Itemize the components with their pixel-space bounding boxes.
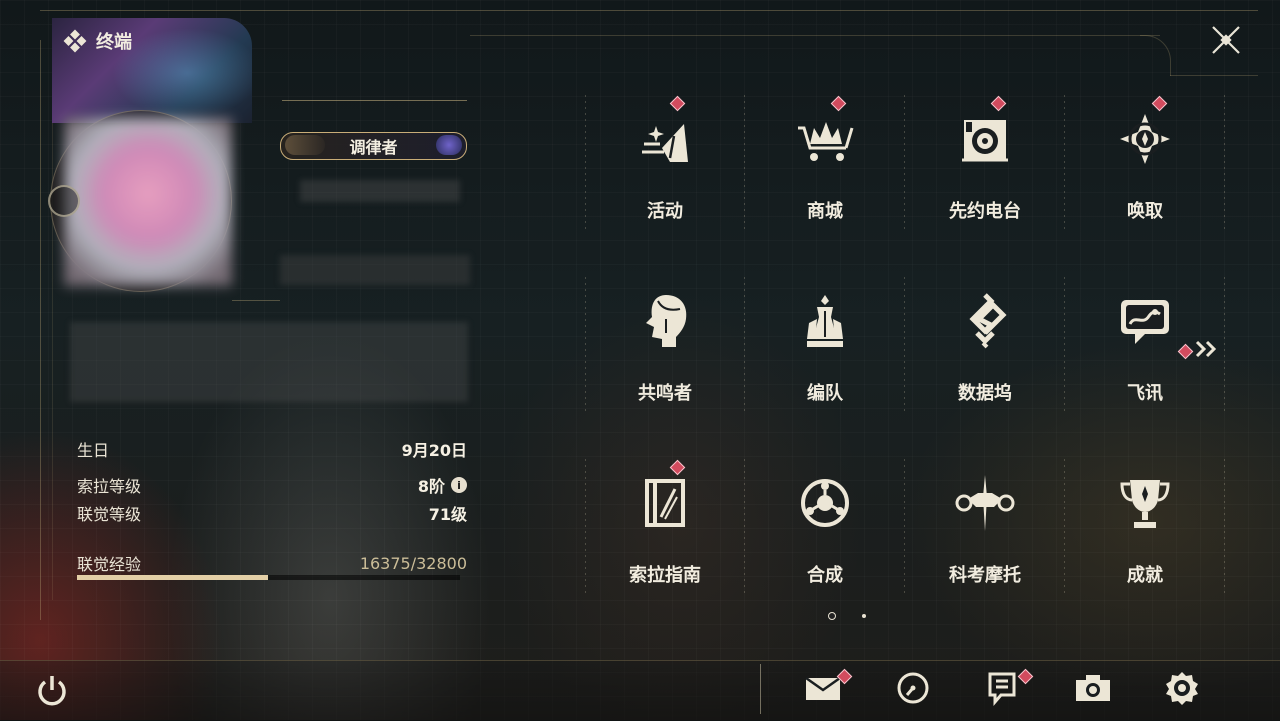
terminal-icon bbox=[63, 29, 87, 53]
photo-button[interactable] bbox=[1073, 672, 1113, 708]
menu-item-data-bank[interactable]: 数据坞 bbox=[905, 277, 1065, 417]
convene-icon bbox=[1115, 109, 1175, 169]
union-exp-value: 16375/32800 bbox=[359, 553, 467, 573]
menu-item-guidebook[interactable]: 索拉指南 bbox=[585, 459, 745, 599]
page-dot-active[interactable] bbox=[828, 612, 836, 620]
page-indicator bbox=[828, 612, 866, 620]
menu-item-synthesis[interactable]: 合成 bbox=[745, 459, 905, 599]
frame-left-line-inner bbox=[52, 60, 53, 600]
double-chevron-right-icon bbox=[1195, 340, 1219, 362]
avatar[interactable] bbox=[64, 118, 232, 286]
sola-level-value-wrap: 8阶 i bbox=[418, 473, 467, 497]
birthday-value: 9月20日 bbox=[401, 441, 467, 460]
info-icon[interactable]: i bbox=[451, 477, 467, 493]
camera-icon bbox=[1074, 673, 1112, 707]
frame-inner-right-line bbox=[1170, 75, 1258, 76]
guidebook-icon bbox=[635, 473, 695, 533]
radio-icon bbox=[955, 109, 1015, 169]
menu-item-label: 先约电台 bbox=[949, 201, 1021, 222]
menu-item-motorcycle[interactable]: 科考摩托 bbox=[905, 459, 1065, 599]
menu-grid: 活动 商城 先约电台 唤取 共鸣者 编队 数据坞 飞讯 索拉指南 合成 科考摩托… bbox=[585, 95, 1225, 625]
divider bbox=[282, 100, 467, 101]
message-icon bbox=[1115, 291, 1175, 351]
menu-item-convene[interactable]: 唤取 bbox=[1065, 95, 1225, 235]
menu-item-label: 商城 bbox=[807, 201, 843, 222]
notification-badge bbox=[1177, 343, 1194, 359]
settings-button[interactable] bbox=[1162, 672, 1202, 708]
notice-button[interactable] bbox=[982, 668, 1034, 709]
power-button[interactable] bbox=[34, 673, 70, 709]
menu-item-resonator[interactable]: 共鸣者 bbox=[585, 277, 745, 417]
next-page-button[interactable] bbox=[1177, 340, 1219, 362]
menu-item-achievement[interactable]: 成就 bbox=[1065, 459, 1225, 599]
union-level-value: 71级 bbox=[428, 505, 467, 524]
union-exp-label: 联觉经验 bbox=[77, 555, 142, 574]
history-button[interactable] bbox=[893, 672, 933, 708]
sola-level-row: 索拉等级 8阶 i bbox=[77, 473, 467, 497]
union-exp-bar bbox=[77, 575, 460, 580]
union-exp-row: 联觉经验 16375/32800 bbox=[77, 551, 467, 575]
menu-item-label: 数据坞 bbox=[958, 383, 1012, 404]
close-icon bbox=[1211, 25, 1241, 59]
notice-icon bbox=[987, 671, 1017, 709]
close-button[interactable] bbox=[1206, 22, 1246, 62]
union-exp-bar-fill bbox=[77, 575, 269, 580]
frame-inner-top-line bbox=[470, 35, 1160, 36]
birthday-label: 生日 bbox=[77, 441, 110, 460]
menu-item-label: 科考摩托 bbox=[949, 565, 1021, 586]
window-title: 终端 bbox=[63, 28, 132, 54]
menu-item-label: 共鸣者 bbox=[638, 383, 692, 404]
menu-item-event[interactable]: 活动 bbox=[585, 95, 745, 235]
avatar-edit-button[interactable] bbox=[48, 185, 80, 217]
union-level-label: 联觉等级 bbox=[77, 505, 142, 524]
data-bank-icon bbox=[955, 291, 1015, 351]
role-label: 调律者 bbox=[349, 138, 398, 157]
menu-item-team[interactable]: 编队 bbox=[745, 277, 905, 417]
menu-item-label: 索拉指南 bbox=[629, 565, 701, 586]
role-badge[interactable]: 调律者 bbox=[280, 132, 467, 160]
trophy-icon bbox=[1115, 473, 1175, 533]
menu-item-shop[interactable]: 商城 bbox=[745, 95, 905, 235]
team-icon bbox=[795, 291, 855, 351]
divider bbox=[232, 300, 280, 301]
menu-item-label: 成就 bbox=[1127, 565, 1163, 586]
role-badge-star-icon bbox=[436, 135, 462, 155]
birthday-row: 生日 9月20日 bbox=[77, 437, 467, 461]
menu-item-radio[interactable]: 先约电台 bbox=[905, 95, 1065, 235]
motorcycle-icon bbox=[955, 473, 1015, 533]
sola-level-label: 索拉等级 bbox=[77, 477, 142, 496]
window-title-text: 终端 bbox=[96, 32, 132, 53]
resonator-icon bbox=[635, 291, 695, 351]
power-icon bbox=[34, 676, 70, 713]
mail-button[interactable] bbox=[803, 668, 853, 708]
menu-item-label: 飞讯 bbox=[1127, 383, 1163, 404]
menu-item-label: 编队 bbox=[807, 383, 843, 404]
clock-icon bbox=[896, 671, 930, 709]
blurred-nickname bbox=[300, 180, 460, 202]
synthesis-icon bbox=[795, 473, 855, 533]
blurred-signature[interactable] bbox=[70, 322, 468, 402]
menu-item-label: 唤取 bbox=[1127, 201, 1163, 222]
menu-item-label: 活动 bbox=[647, 201, 683, 222]
menu-item-label: 合成 bbox=[807, 565, 843, 586]
settings-icon bbox=[1164, 670, 1200, 710]
shop-icon bbox=[795, 109, 855, 169]
event-icon bbox=[635, 109, 695, 169]
mail-icon bbox=[804, 674, 842, 706]
role-badge-portrait-icon bbox=[285, 135, 325, 155]
sola-level-value: 8阶 bbox=[417, 477, 445, 496]
bottom-bar-separator bbox=[760, 664, 761, 714]
frame-left-line bbox=[40, 40, 41, 620]
blurred-uid bbox=[280, 255, 470, 285]
union-level-row: 联觉等级 71级 bbox=[77, 501, 467, 525]
page-dot[interactable] bbox=[862, 614, 866, 618]
